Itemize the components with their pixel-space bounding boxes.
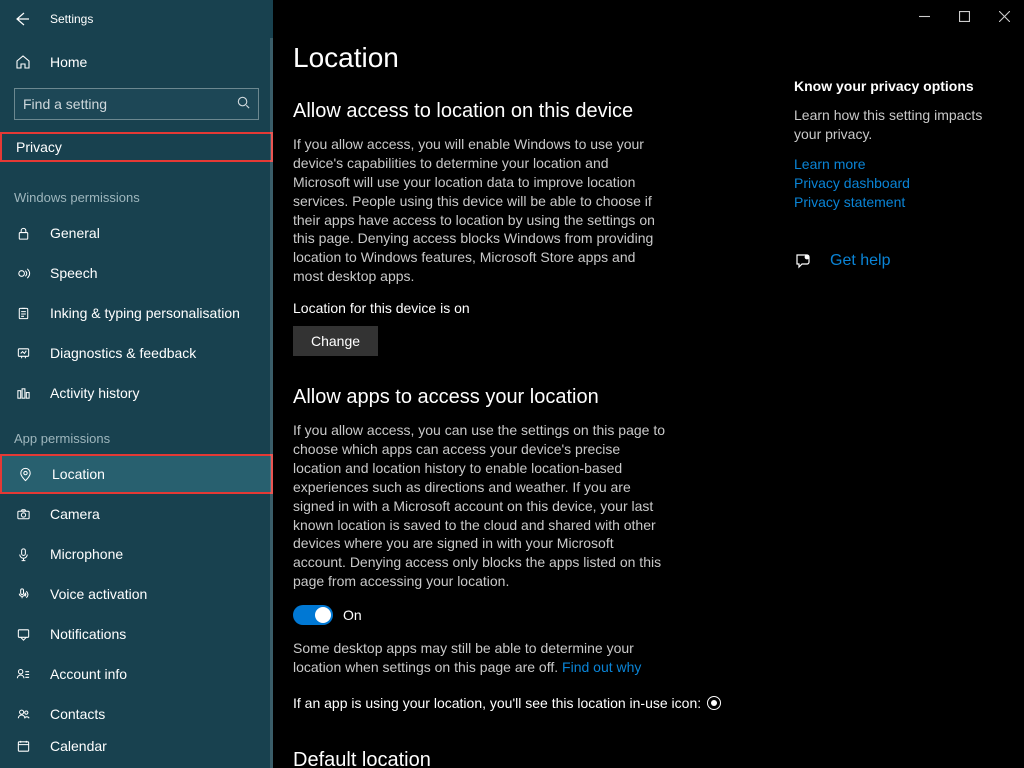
contacts-icon xyxy=(14,707,32,722)
toggle-state-label: On xyxy=(343,607,362,623)
aside-panel: Know your privacy options Learn how this… xyxy=(794,0,1024,768)
privacy-header[interactable]: Privacy xyxy=(0,132,273,162)
sidebar-item-diagnostics[interactable]: Diagnostics & feedback xyxy=(0,333,273,373)
activity-icon xyxy=(14,386,32,401)
section-title-windows-permissions: Windows permissions xyxy=(0,172,273,213)
close-button[interactable] xyxy=(984,0,1024,32)
device-location-status: Location for this device is on xyxy=(293,300,753,316)
sidebar-item-inking[interactable]: Inking & typing personalisation xyxy=(0,293,273,333)
desktop-apps-note: Some desktop apps may still be able to d… xyxy=(293,639,668,677)
maximize-button[interactable] xyxy=(944,0,984,32)
apps-location-toggle[interactable] xyxy=(293,605,333,625)
sidebar-item-notifications[interactable]: Notifications xyxy=(0,614,273,654)
section-body-device-access: If you allow access, you will enable Win… xyxy=(293,135,668,286)
help-icon xyxy=(794,252,812,270)
change-button[interactable]: Change xyxy=(293,326,378,356)
sidebar-item-label: Activity history xyxy=(50,385,139,401)
sidebar-item-label: General xyxy=(50,225,100,241)
calendar-icon xyxy=(14,739,32,754)
camera-icon xyxy=(14,507,32,522)
sidebar-item-location[interactable]: Location xyxy=(0,454,273,494)
clipboard-icon xyxy=(14,306,32,321)
sidebar-item-label: Inking & typing personalisation xyxy=(50,305,240,321)
sidebar-item-camera[interactable]: Camera xyxy=(0,494,273,534)
location-in-use-icon xyxy=(707,696,721,710)
section-body-apps-access: If you allow access, you can use the set… xyxy=(293,421,668,591)
sidebar-item-label: Microphone xyxy=(50,546,123,562)
section-heading-device-access: Allow access to location on this device xyxy=(293,100,753,123)
find-out-why-link[interactable]: Find out why xyxy=(562,659,641,675)
section-title-app-permissions: App permissions xyxy=(0,413,273,454)
sidebar: Settings Home Privacy Windows permission… xyxy=(0,0,273,768)
sidebar-item-label: Camera xyxy=(50,506,100,522)
section-heading-default-location: Default location xyxy=(293,749,753,768)
privacy-statement-link[interactable]: Privacy statement xyxy=(794,194,1004,210)
page-title: Location xyxy=(293,42,753,74)
sidebar-item-account-info[interactable]: Account info xyxy=(0,654,273,694)
main-area: Location Allow access to location on thi… xyxy=(273,0,1024,768)
microphone-icon xyxy=(14,547,32,562)
sidebar-item-speech[interactable]: Speech xyxy=(0,253,273,293)
feedback-icon xyxy=(14,346,32,361)
sidebar-item-general[interactable]: General xyxy=(0,213,273,253)
location-icon xyxy=(16,467,34,482)
search-icon xyxy=(236,95,251,110)
sidebar-item-label: Location xyxy=(52,466,105,482)
notifications-icon xyxy=(14,627,32,642)
sidebar-item-microphone[interactable]: Microphone xyxy=(0,534,273,574)
get-help-link[interactable]: Get help xyxy=(830,252,890,270)
voice-icon xyxy=(14,587,32,602)
inuse-text: If an app is using your location, you'll… xyxy=(293,695,701,711)
learn-more-link[interactable]: Learn more xyxy=(794,156,1004,172)
home-label: Home xyxy=(50,54,87,70)
sidebar-item-label: Voice activation xyxy=(50,586,147,602)
privacy-label: Privacy xyxy=(16,139,62,155)
sidebar-item-label: Calendar xyxy=(50,738,107,754)
section-heading-apps-access: Allow apps to access your location xyxy=(293,386,753,409)
sidebar-item-label: Notifications xyxy=(50,626,126,642)
sidebar-item-contacts[interactable]: Contacts xyxy=(0,694,273,734)
sidebar-item-label: Diagnostics & feedback xyxy=(50,345,196,361)
account-icon xyxy=(14,667,32,682)
sidebar-item-calendar[interactable]: Calendar xyxy=(0,734,273,758)
window-title: Settings xyxy=(50,12,93,26)
aside-body: Learn how this setting impacts your priv… xyxy=(794,106,1004,144)
sidebar-item-activity[interactable]: Activity history xyxy=(0,373,273,413)
home-icon xyxy=(14,54,32,70)
titlebar xyxy=(904,0,1024,32)
search-box[interactable] xyxy=(14,88,259,120)
privacy-dashboard-link[interactable]: Privacy dashboard xyxy=(794,175,1004,191)
minimize-button[interactable] xyxy=(904,0,944,32)
home-button[interactable]: Home xyxy=(0,44,273,80)
lock-icon xyxy=(14,226,32,241)
search-input[interactable] xyxy=(14,88,259,120)
back-button[interactable] xyxy=(12,9,32,29)
speech-icon xyxy=(14,266,32,281)
sidebar-item-voice-activation[interactable]: Voice activation xyxy=(0,574,273,614)
sidebar-item-label: Speech xyxy=(50,265,97,281)
aside-heading: Know your privacy options xyxy=(794,78,1004,94)
sidebar-item-label: Contacts xyxy=(50,706,105,722)
sidebar-item-label: Account info xyxy=(50,666,127,682)
